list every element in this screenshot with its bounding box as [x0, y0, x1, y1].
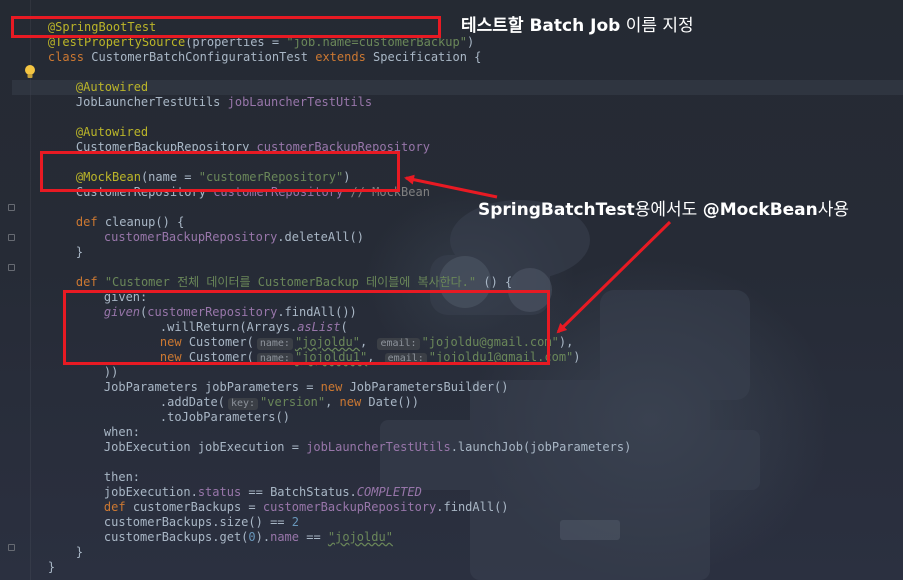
callout-text: 용에서도 [634, 200, 703, 220]
callout-text: 사용 [817, 200, 850, 220]
callout-label-job-name: 테스트할 Batch Job 이름 지정 [461, 11, 694, 36]
annotation-arrows [404, 174, 672, 334]
callout-label-mockbean: SpringBatchTest용에서도 @MockBean사용 [478, 195, 849, 220]
callout-bold-text: @MockBean [702, 200, 818, 220]
callout-bold-text: SpringBatchTest [478, 200, 635, 220]
arrow-to-given-stub [556, 220, 672, 334]
callout-text: 이름 지정 [620, 16, 694, 36]
callout-bold-text: 테스트할 Batch Job [461, 16, 621, 36]
code-editor[interactable]: @SpringBootTest @TestPropertySource(prop… [0, 0, 903, 580]
